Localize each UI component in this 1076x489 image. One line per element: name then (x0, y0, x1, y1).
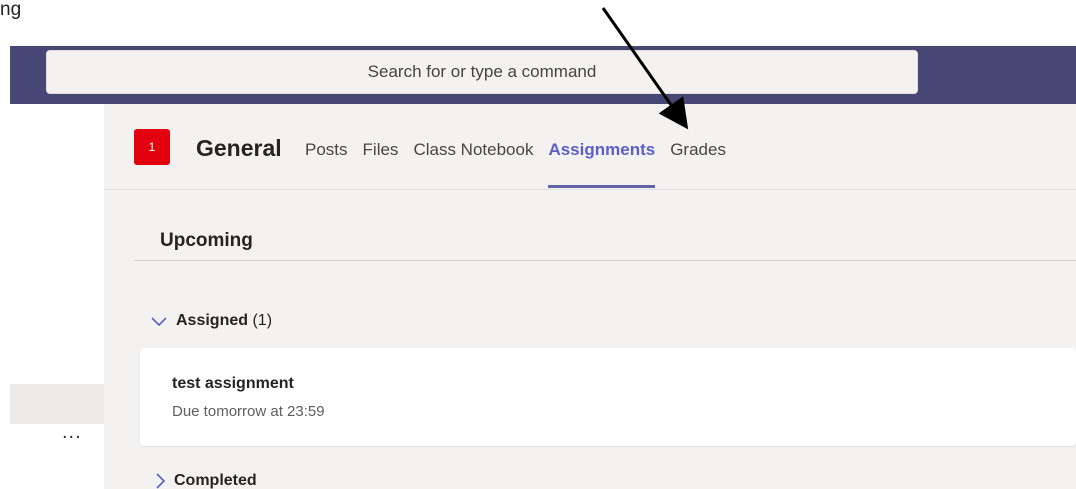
tab-files[interactable]: Files (363, 140, 399, 160)
group-label: Assigned (176, 312, 249, 329)
search-input[interactable]: Search for or type a command (46, 50, 918, 94)
tab-posts[interactable]: Posts (305, 140, 348, 160)
team-avatar-label: 1 (148, 140, 156, 154)
tab-class-notebook[interactable]: Class Notebook (413, 140, 533, 160)
section-divider (134, 260, 1076, 261)
channel-title: General (196, 135, 282, 161)
screenshot-page: ng Search for or type a command ... 1 Ge… (0, 0, 1076, 489)
search-placeholder: Search for or type a command (367, 62, 597, 81)
left-sidebar: ... (10, 104, 104, 489)
group-count: (1) (252, 312, 273, 329)
tab-assignments[interactable]: Assignments (548, 140, 655, 188)
more-options-icon[interactable]: ... (62, 422, 82, 442)
channel-header: 1 General Posts Files Class Notebook Ass… (104, 104, 1076, 190)
chevron-down-icon (151, 317, 167, 327)
group-label: Completed (174, 472, 257, 489)
section-title-upcoming: Upcoming (160, 230, 253, 251)
main-content: 1 General Posts Files Class Notebook Ass… (104, 104, 1076, 489)
sidebar-selected-item[interactable] (10, 384, 104, 424)
group-header-completed[interactable]: Completed (154, 472, 257, 489)
tab-grades[interactable]: Grades (670, 140, 726, 160)
assignment-card[interactable]: test assignment Due tomorrow at 23:59 (140, 348, 1076, 446)
assignment-title: test assignment (172, 375, 294, 392)
team-avatar[interactable]: 1 (134, 129, 170, 165)
channel-tabs: Posts Files Class Notebook Assignments G… (305, 140, 741, 188)
group-header-assigned[interactable]: Assigned (1) (150, 312, 272, 330)
document-caption-text: ng (0, 0, 22, 20)
chevron-right-icon (156, 473, 166, 489)
assignment-due-date: Due tomorrow at 23:59 (172, 403, 325, 420)
